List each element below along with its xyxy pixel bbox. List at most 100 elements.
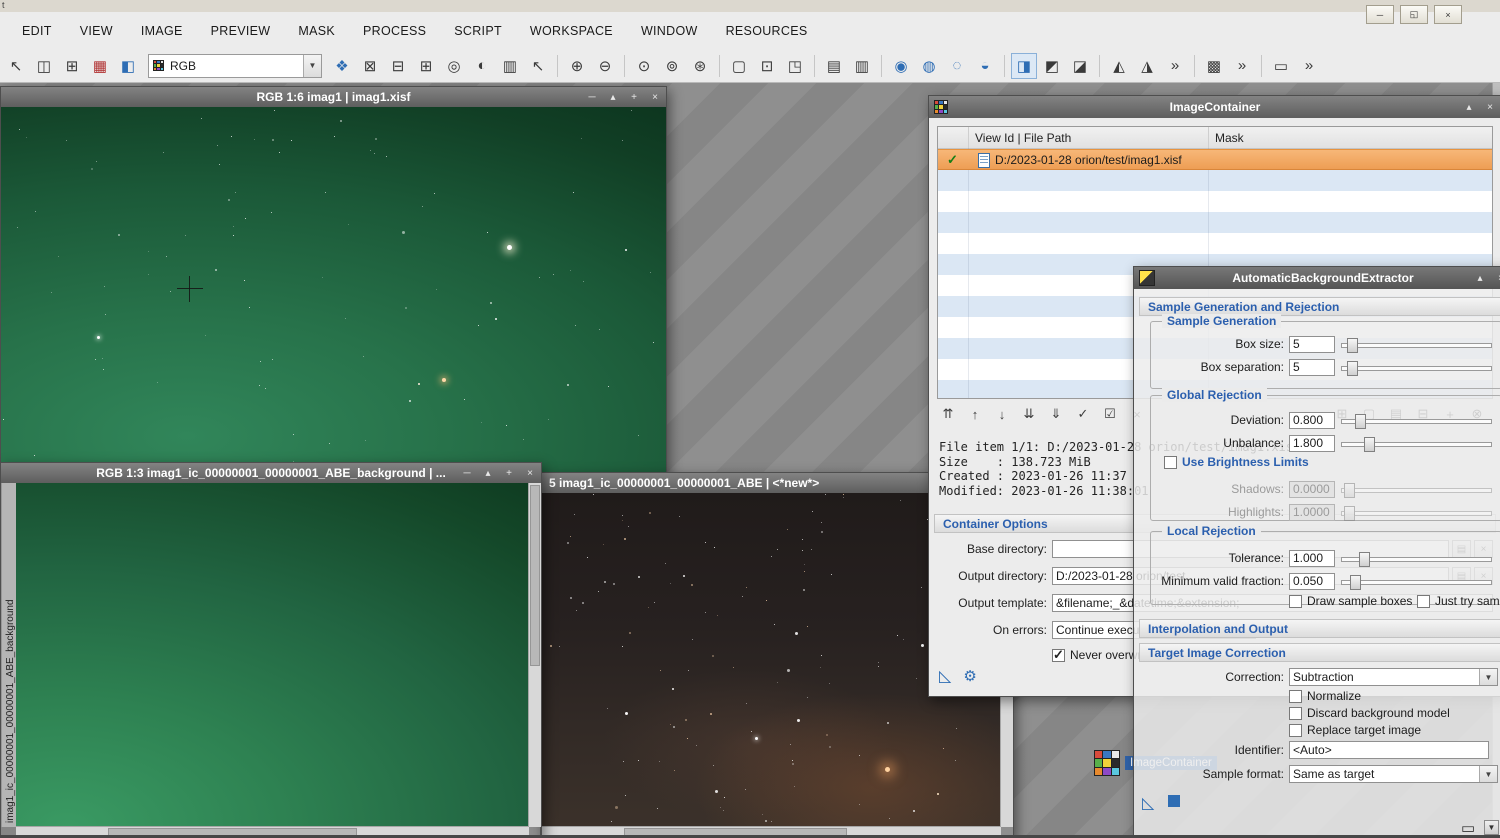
dynamic-crop-icon[interactable]: ◳ [782, 53, 808, 79]
close-button[interactable]: × [524, 468, 536, 479]
invert-selection-icon[interactable]: ☑ [1099, 405, 1121, 423]
never-overwrite-checkbox[interactable] [1052, 649, 1065, 662]
menu-window[interactable]: WINDOW [627, 24, 712, 38]
mask-toggle-icon[interactable]: ◌ [944, 53, 970, 79]
pan-mode-icon[interactable]: ❖ [329, 53, 355, 79]
add-files-icon[interactable]: ⇓ [1045, 405, 1067, 423]
move-to-top-icon[interactable]: ⇈ [937, 405, 959, 423]
shade-button[interactable]: ▴ [607, 92, 619, 103]
shade-button[interactable]: ▴ [482, 468, 494, 479]
zoom-fit-view-icon[interactable]: ⊚ [659, 53, 685, 79]
fit-window-icon[interactable]: ⊞ [413, 53, 439, 79]
discard-background-checkbox[interactable] [1289, 707, 1302, 720]
menu-resources[interactable]: RESOURCES [712, 24, 822, 38]
gear-icon[interactable]: ⚙ [963, 667, 976, 685]
overflow-chevron[interactable]: » [1296, 53, 1322, 79]
close-button[interactable]: × [649, 92, 661, 103]
shrink-window-icon[interactable]: ⊟ [385, 53, 411, 79]
apply-icon[interactable] [1168, 795, 1180, 807]
shade-button[interactable]: ▴ [1474, 273, 1486, 284]
tolerance-slider[interactable] [1341, 552, 1492, 565]
zoom-1-1-icon[interactable]: ⊙ [631, 53, 657, 79]
just-try-samples-checkbox[interactable] [1417, 595, 1430, 608]
chevron-down-icon[interactable]: ▼ [1479, 669, 1497, 685]
enabled-check-icon[interactable]: ✓ [947, 152, 958, 168]
min-valid-fraction-slider[interactable] [1341, 575, 1492, 588]
box-size-input[interactable]: 5 [1289, 336, 1335, 353]
deviation-input[interactable]: 0.800 [1289, 412, 1335, 429]
move-up-icon[interactable]: ↑ [964, 405, 986, 423]
overflow-chevron[interactable]: » [1229, 53, 1255, 79]
unbalance-slider[interactable] [1341, 437, 1492, 450]
rgb-channels-icon[interactable]: ▦ [87, 53, 113, 79]
process-console-icon[interactable]: ◨ [1011, 53, 1037, 79]
iconize-button[interactable]: ─ [461, 468, 473, 479]
image-information-icon[interactable]: ◩ [1039, 53, 1065, 79]
explorer-panel-icon[interactable]: ◫ [31, 53, 57, 79]
statistics-panel-icon[interactable]: ▥ [849, 53, 875, 79]
close-button[interactable]: × [1495, 273, 1500, 284]
zoom-out-icon[interactable]: ⊖ [592, 53, 618, 79]
min-valid-fraction-input[interactable]: 0.050 [1289, 573, 1335, 590]
use-brightness-limits-checkbox[interactable] [1164, 456, 1177, 469]
zoom-in-icon[interactable]: ⊕ [564, 53, 590, 79]
zoom-button[interactable]: + [503, 468, 515, 479]
correction-select[interactable]: Subtraction ▼ [1289, 668, 1498, 686]
zoom-custom-icon[interactable]: ⊛ [687, 53, 713, 79]
vertical-scrollbar[interactable] [528, 483, 541, 827]
process-explorer-icon[interactable]: ◉ [888, 53, 914, 79]
display-mode-select[interactable]: RGB ▼ [148, 54, 322, 78]
normalize-checkbox[interactable] [1289, 690, 1302, 703]
new-preview-icon[interactable]: ▢ [726, 53, 752, 79]
move-to-bottom-icon[interactable]: ⇊ [1018, 405, 1040, 423]
box-separation-input[interactable]: 5 [1289, 359, 1335, 376]
screen-stretch-icon[interactable]: ◐ [469, 53, 495, 79]
new-instance-icon[interactable]: ◺ [939, 666, 951, 686]
window-titlebar[interactable]: RGB 1:6 imag1 | imag1.xisf [1, 87, 666, 107]
menu-view[interactable]: VIEW [66, 24, 127, 38]
discard-background-option[interactable]: Discard background model [1289, 706, 1450, 720]
color-management-icon[interactable]: ◮ [1134, 53, 1160, 79]
replace-target-checkbox[interactable] [1289, 724, 1302, 737]
section-target-image-correction[interactable]: Target Image Correction [1139, 643, 1500, 662]
minimize-button[interactable]: ─ [1366, 5, 1394, 24]
shadows-slider[interactable] [1341, 483, 1492, 496]
color-saturation-icon[interactable]: ◒ [972, 53, 998, 79]
image-canvas[interactable] [16, 483, 541, 838]
highlights-slider[interactable] [1341, 506, 1492, 519]
menu-preview[interactable]: PREVIEW [197, 24, 285, 38]
select-arrow-icon[interactable]: ↖ [525, 53, 551, 79]
menu-mask[interactable]: MASK [284, 24, 349, 38]
table-row[interactable]: ✓ D:/2023-01-28 orion/test/imag1.xisf [938, 149, 1492, 170]
select-all-icon[interactable]: ✓ [1072, 405, 1094, 423]
menu-edit[interactable]: EDIT [8, 24, 66, 38]
tolerance-input[interactable]: 1.000 [1289, 550, 1335, 567]
highlights-input[interactable]: 1.0000 [1289, 504, 1335, 521]
chevron-down-icon[interactable]: ▼ [1479, 766, 1497, 782]
channel-split-icon[interactable]: ◧ [115, 53, 141, 79]
normalize-option[interactable]: Normalize [1289, 689, 1361, 703]
zoom-button[interactable]: + [628, 92, 640, 103]
identifier-input[interactable]: <Auto> [1289, 741, 1489, 759]
chevron-down-icon[interactable]: ▼ [303, 55, 321, 77]
preview-select-icon[interactable]: ⊡ [754, 53, 780, 79]
image-canvas[interactable] [1, 107, 666, 481]
cursor-tool-icon[interactable]: ↖ [3, 53, 29, 79]
section-interpolation-output[interactable]: Interpolation and Output [1139, 619, 1500, 638]
menu-image[interactable]: IMAGE [127, 24, 197, 38]
use-brightness-limits-option[interactable]: Use Brightness Limits [1164, 455, 1309, 469]
window-titlebar[interactable]: AutomaticBackgroundExtractor [1134, 267, 1500, 289]
window-titlebar[interactable]: RGB 1:3 imag1_ic_00000001_00000001_ABE_b… [1, 463, 541, 483]
draw-sample-boxes-checkbox[interactable] [1289, 595, 1302, 608]
scroll-down-button[interactable]: ▼ [1484, 820, 1499, 835]
center-view-icon[interactable]: ◎ [441, 53, 467, 79]
overflow-chevron[interactable]: » [1162, 53, 1188, 79]
close-button[interactable]: × [1484, 102, 1496, 113]
restore-button[interactable]: ◱ [1400, 5, 1428, 24]
move-down-icon[interactable]: ↓ [991, 405, 1013, 423]
workspace-panel-icon[interactable]: ▩ [1201, 53, 1227, 79]
close-button[interactable]: × [1434, 5, 1462, 24]
replace-target-option[interactable]: Replace target image [1289, 723, 1421, 737]
histogram-panel-icon[interactable]: ▤ [821, 53, 847, 79]
just-try-samples-option[interactable]: Just try samples [1417, 594, 1500, 608]
